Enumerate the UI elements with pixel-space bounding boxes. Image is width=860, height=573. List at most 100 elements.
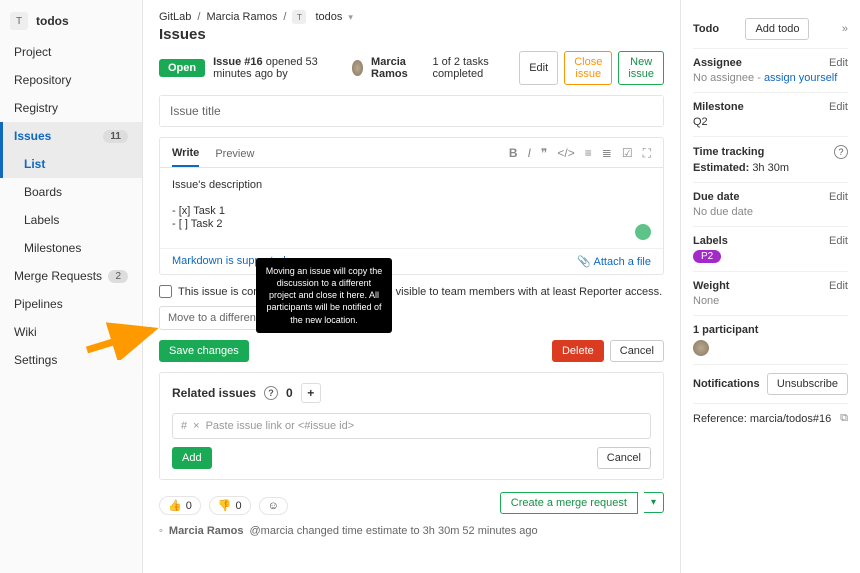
open-status-badge: Open bbox=[159, 59, 205, 77]
tasklist-icon[interactable]: ☑ bbox=[622, 146, 633, 161]
related-issue-input[interactable]: # × Paste issue link or <#issue id> bbox=[172, 413, 651, 439]
confidential-checkbox[interactable] bbox=[159, 285, 172, 298]
assign-yourself-link[interactable]: assign yourself bbox=[764, 72, 837, 84]
participants-label: 1 participant bbox=[693, 324, 758, 336]
add-related-submit[interactable]: Add bbox=[172, 447, 212, 469]
description-textarea[interactable]: Issue's description - [x] Task 1 - [ ] T… bbox=[160, 168, 663, 248]
weight-value: None bbox=[693, 295, 719, 307]
issue-status-row: Open Issue #16 opened 53 minutes ago by … bbox=[159, 51, 664, 85]
tab-write[interactable]: Write bbox=[172, 147, 199, 167]
assignee-value: No assignee - bbox=[693, 72, 764, 84]
thumbs-down-emoji[interactable]: 👎 0 bbox=[209, 496, 251, 515]
milestone-label: Milestone bbox=[693, 101, 744, 113]
fullscreen-icon[interactable]: ⛶ bbox=[643, 146, 651, 161]
close-issue-button[interactable]: Close issue bbox=[564, 51, 612, 85]
sidebar-sub-milestones[interactable]: Milestones bbox=[0, 234, 142, 262]
main-content: GitLab/ Marcia Ramos/ T todos ▾ Issues O… bbox=[143, 0, 680, 573]
cancel-related-button[interactable]: Cancel bbox=[597, 447, 651, 469]
todo-label: Todo bbox=[693, 23, 719, 35]
code-icon[interactable]: </> bbox=[557, 146, 574, 161]
breadcrumb-project[interactable]: todos bbox=[315, 11, 342, 23]
bold-icon[interactable]: B bbox=[509, 146, 518, 161]
sidebar-sub-boards[interactable]: Boards bbox=[0, 178, 142, 206]
activity-bullet-icon: ◦ bbox=[159, 525, 163, 537]
tasks-progress: 1 of 2 tasks completed bbox=[432, 56, 511, 80]
italic-icon[interactable]: I bbox=[528, 146, 531, 161]
new-issue-button[interactable]: New issue bbox=[618, 51, 664, 85]
move-tooltip: Moving an issue will copy the discussion… bbox=[256, 258, 392, 333]
create-mr-button[interactable]: Create a merge request bbox=[500, 492, 638, 514]
hash-icon: # bbox=[181, 420, 187, 432]
copy-icon[interactable]: ⧉ bbox=[840, 412, 848, 425]
weight-edit[interactable]: Edit bbox=[829, 280, 848, 292]
attach-file-link[interactable]: 📎 Attach a file bbox=[577, 255, 651, 268]
right-sidebar: Todo Add todo » Assignee Edit No assignee… bbox=[680, 0, 860, 573]
quote-icon[interactable]: ❞ bbox=[541, 146, 547, 161]
project-header[interactable]: T todos bbox=[0, 8, 142, 38]
author-name[interactable]: Marcia Ramos bbox=[371, 56, 424, 80]
description-card: Write Preview B I ❞ </> ≡ ≣ ☑ ⛶ Issue's … bbox=[159, 137, 664, 275]
label-badge-p2[interactable]: P2 bbox=[693, 250, 721, 263]
sidebar-item-repository[interactable]: Repository bbox=[0, 66, 142, 94]
thumbs-up-emoji[interactable]: 👍 0 bbox=[159, 496, 201, 515]
edit-button[interactable]: Edit bbox=[519, 51, 558, 85]
notifications-label: Notifications bbox=[693, 378, 760, 390]
time-tracking-label: Time tracking bbox=[693, 146, 764, 158]
chevron-down-icon[interactable]: ▾ bbox=[348, 12, 353, 23]
title-input-card bbox=[159, 95, 664, 127]
assignee-label: Assignee bbox=[693, 57, 742, 69]
activity-author[interactable]: Marcia Ramos bbox=[169, 525, 244, 537]
add-todo-button[interactable]: Add todo bbox=[745, 18, 809, 40]
sidebar-item-merge-requests[interactable]: Merge Requests 2 bbox=[0, 262, 142, 290]
author-avatar[interactable] bbox=[352, 60, 363, 76]
participant-avatar[interactable] bbox=[693, 340, 709, 356]
breadcrumb: GitLab/ Marcia Ramos/ T todos ▾ bbox=[159, 10, 664, 24]
reference-value: marcia/todos#16 bbox=[750, 413, 831, 425]
weight-label: Weight bbox=[693, 280, 729, 292]
reference-label: Reference: bbox=[693, 413, 747, 425]
collapse-icon[interactable]: » bbox=[842, 23, 848, 35]
related-issues-card: Related issues ? 0 + # × Paste issue lin… bbox=[159, 372, 664, 480]
breadcrumb-root[interactable]: GitLab bbox=[159, 11, 191, 23]
related-issues-title: Related issues bbox=[172, 386, 256, 400]
related-placeholder: Paste issue link or <#issue id> bbox=[206, 420, 355, 432]
breadcrumb-user[interactable]: Marcia Ramos bbox=[206, 11, 277, 23]
help-icon[interactable]: ? bbox=[264, 386, 278, 400]
issue-number: Issue #16 bbox=[213, 56, 263, 68]
project-name: todos bbox=[36, 14, 69, 28]
sidebar-item-pipelines[interactable]: Pipelines bbox=[0, 290, 142, 318]
assignee-edit[interactable]: Edit bbox=[829, 57, 848, 69]
status-indicator-icon bbox=[635, 224, 651, 240]
issue-title-input[interactable] bbox=[160, 96, 663, 126]
clear-icon[interactable]: × bbox=[193, 420, 199, 432]
save-changes-button[interactable]: Save changes bbox=[159, 340, 249, 362]
labels-label: Labels bbox=[693, 235, 728, 247]
estimated-label: Estimated: bbox=[693, 162, 749, 174]
delete-button[interactable]: Delete bbox=[552, 340, 604, 362]
add-related-button[interactable]: + bbox=[301, 383, 321, 403]
activity-row: ◦ Marcia Ramos @marcia changed time esti… bbox=[159, 525, 664, 537]
due-date-value: No due date bbox=[693, 206, 753, 218]
unsubscribe-button[interactable]: Unsubscribe bbox=[767, 373, 848, 395]
sidebar-item-project[interactable]: Project bbox=[0, 38, 142, 66]
sidebar-item-registry[interactable]: Registry bbox=[0, 94, 142, 122]
due-date-label: Due date bbox=[693, 191, 739, 203]
mr-count-badge: 2 bbox=[108, 270, 128, 283]
ul-icon[interactable]: ≡ bbox=[585, 146, 592, 161]
milestone-value: Q2 bbox=[693, 116, 708, 128]
add-emoji-button[interactable]: ☺ bbox=[259, 497, 288, 515]
sidebar-sub-list[interactable]: List bbox=[0, 150, 142, 178]
ol-icon[interactable]: ≣ bbox=[602, 146, 612, 161]
breadcrumb-project-avatar: T bbox=[292, 10, 306, 24]
sidebar-sub-labels[interactable]: Labels bbox=[0, 206, 142, 234]
help-icon[interactable]: ? bbox=[834, 145, 848, 159]
confidential-row: This issue is confidential and should on… bbox=[159, 285, 664, 298]
sidebar-item-issues[interactable]: Issues 11 bbox=[0, 122, 142, 150]
cancel-button[interactable]: Cancel bbox=[610, 340, 664, 362]
related-count: 0 bbox=[286, 386, 293, 400]
create-mr-caret[interactable]: ▾ bbox=[644, 492, 664, 513]
due-date-edit[interactable]: Edit bbox=[829, 191, 848, 203]
milestone-edit[interactable]: Edit bbox=[829, 101, 848, 113]
tab-preview[interactable]: Preview bbox=[215, 148, 254, 166]
labels-edit[interactable]: Edit bbox=[829, 235, 848, 247]
